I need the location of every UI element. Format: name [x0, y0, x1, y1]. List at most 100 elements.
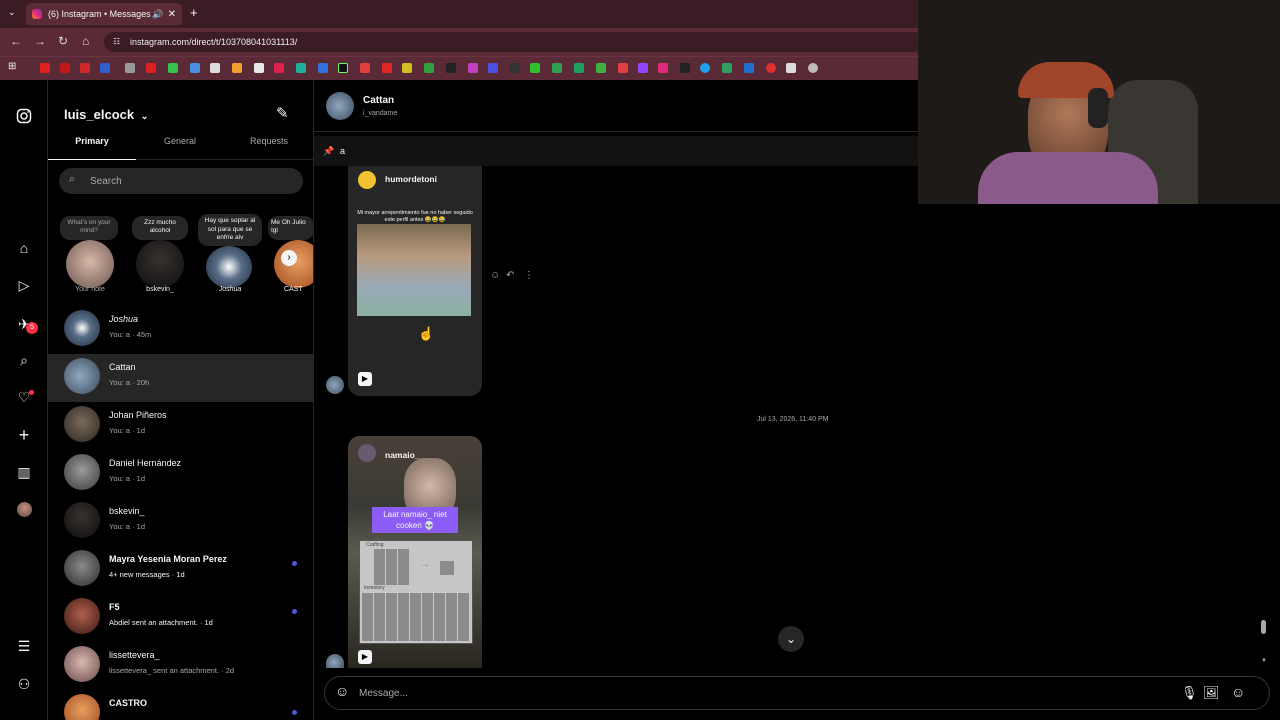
- new-message-icon[interactable]: ✎: [276, 104, 289, 122]
- bookmark-icon[interactable]: [146, 63, 156, 73]
- bookmark-icon[interactable]: [530, 63, 540, 73]
- bookmark-icon[interactable]: [100, 63, 110, 73]
- bookmark-icon[interactable]: [254, 63, 264, 73]
- sticker-icon[interactable]: ☺: [1231, 684, 1245, 700]
- bookmark-icon[interactable]: [125, 63, 135, 73]
- bookmark-icon[interactable]: [232, 63, 242, 73]
- bookmark-instagram-icon[interactable]: [658, 63, 668, 73]
- bookmark-icon[interactable]: [60, 63, 70, 73]
- bookmark-icon[interactable]: [744, 63, 754, 73]
- tab-audio-icon: 🔊: [152, 8, 164, 19]
- bookmark-icon[interactable]: [722, 63, 732, 73]
- image-upload-icon[interactable]: 🖼: [1203, 685, 1220, 701]
- instagram-logo-icon[interactable]: [16, 108, 32, 124]
- message-composer[interactable]: ☺ Message... 🎙 🖼 ☺: [324, 676, 1270, 710]
- reels-icon[interactable]: ▷: [16, 277, 32, 293]
- bookmark-icon[interactable]: [468, 63, 478, 73]
- bookmark-icon[interactable]: [274, 63, 284, 73]
- bookmark-youtube-icon[interactable]: [40, 63, 50, 73]
- notes-next-icon[interactable]: ›: [281, 250, 297, 266]
- username: luis_elcock: [64, 107, 135, 122]
- address-bar[interactable]: ☷ instagram.com/direct/t/103708041031113…: [104, 32, 924, 52]
- microphone-icon[interactable]: 🎙: [1181, 685, 1198, 701]
- thread-row[interactable]: Daniel Hernández You: a · 1d: [48, 450, 313, 498]
- thread-row[interactable]: lissettevera_ lissettevera_ sent an atta…: [48, 642, 313, 690]
- scrollbar[interactable]: ▼: [1260, 212, 1268, 664]
- tab-general[interactable]: General: [136, 136, 224, 160]
- bookmark-icon[interactable]: [680, 63, 690, 73]
- reply-icon[interactable]: ↶: [506, 270, 514, 281]
- bookmark-icon[interactable]: [700, 63, 710, 73]
- bookmark-icon[interactable]: [360, 63, 370, 73]
- note-item[interactable]: Hay que soplar al sol para que se enfríe…: [198, 212, 262, 298]
- thread-row[interactable]: Johan Piñeros You: a · 1d: [48, 402, 313, 450]
- bookmark-icon[interactable]: [168, 63, 178, 73]
- reel-play-icon[interactable]: ▶: [358, 372, 372, 386]
- back-icon[interactable]: ←: [10, 34, 22, 48]
- thread-row[interactable]: CASTRO: [48, 690, 313, 720]
- thread-row[interactable]: Cattan You: a · 20h: [48, 354, 313, 402]
- note-item[interactable]: What's on your mind? Your note: [58, 212, 118, 298]
- more-menu-icon[interactable]: ☰: [16, 638, 32, 654]
- search-placeholder: Search: [90, 176, 122, 187]
- reel-play-icon[interactable]: ▶: [358, 650, 372, 664]
- browser-tab[interactable]: (6) Instagram • Messages 🔊 ✕: [26, 3, 182, 25]
- home-icon[interactable]: ⌂: [82, 34, 89, 48]
- bookmark-icon[interactable]: [786, 63, 796, 73]
- threads-icon[interactable]: ⚇: [16, 676, 32, 692]
- bookmark-icon[interactable]: [488, 63, 498, 73]
- note-item[interactable]: Zzz mucho alcohol bskevin_: [128, 212, 192, 298]
- bookmark-icon[interactable]: [338, 63, 348, 73]
- tab-search-icon[interactable]: ⌄: [8, 7, 16, 18]
- shared-post[interactable]: namaio_ Laat namaio_ niet cooken 💀 Craft…: [348, 436, 482, 668]
- tab-requests[interactable]: Requests: [224, 136, 313, 160]
- bookmark-icon[interactable]: [80, 63, 90, 73]
- bookmark-icon[interactable]: [596, 63, 606, 73]
- bookmark-icon[interactable]: [552, 63, 562, 73]
- note-label: Your note: [75, 286, 105, 293]
- bookmark-icon[interactable]: [766, 63, 776, 73]
- home-icon[interactable]: ⌂: [16, 240, 32, 256]
- thread-row[interactable]: Mayra Yesenia Moran Perez 4+ new message…: [48, 546, 313, 594]
- site-info-icon[interactable]: ☷: [113, 32, 120, 52]
- bookmark-icon[interactable]: [210, 63, 220, 73]
- dashboard-icon[interactable]: ▥: [16, 464, 32, 480]
- bookmark-icon[interactable]: [424, 63, 434, 73]
- thread-row[interactable]: F5 Abdiel sent an attachment. · 1d: [48, 594, 313, 642]
- emoji-icon[interactable]: ☺: [335, 683, 349, 699]
- message-input[interactable]: Message...: [359, 688, 408, 699]
- bookmark-icon[interactable]: [574, 63, 584, 73]
- bookmark-icon[interactable]: [318, 63, 328, 73]
- bookmark-icon[interactable]: [510, 63, 520, 73]
- thread-row[interactable]: Joshua You: a · 45m: [48, 306, 313, 354]
- bookmark-icon[interactable]: [402, 63, 412, 73]
- bookmark-icon[interactable]: [190, 63, 200, 73]
- avatar: [64, 646, 100, 682]
- forward-icon[interactable]: →: [34, 34, 46, 48]
- bookmark-icon[interactable]: [446, 63, 456, 73]
- thread-row[interactable]: bskevin_ You: a · 1d: [48, 498, 313, 546]
- bookmark-icon[interactable]: [808, 63, 818, 73]
- scroll-down-arrow-icon[interactable]: ▼: [1261, 658, 1267, 664]
- search-icon[interactable]: ⌕: [16, 352, 32, 368]
- create-icon[interactable]: +: [16, 426, 32, 444]
- post-image[interactable]: [357, 224, 471, 316]
- account-switcher[interactable]: luis_elcock ⌄: [64, 107, 148, 122]
- scroll-down-button[interactable]: ⌄: [778, 626, 804, 652]
- profile-avatar[interactable]: [17, 502, 32, 517]
- bookmark-icon[interactable]: [382, 63, 392, 73]
- bookmark-icon[interactable]: [296, 63, 306, 73]
- new-tab-button[interactable]: +: [190, 5, 198, 20]
- apps-grid-icon[interactable]: ⊞: [8, 61, 16, 72]
- chat-avatar[interactable]: [326, 92, 354, 120]
- search-input[interactable]: ⌕ Search: [59, 168, 303, 194]
- shared-post[interactable]: humordetoni Mi mayor arrepentimiento fue…: [348, 166, 482, 396]
- more-options-icon[interactable]: ⋮: [524, 270, 534, 281]
- bookmark-icon[interactable]: [638, 63, 648, 73]
- bookmark-icon[interactable]: [618, 63, 628, 73]
- react-icon[interactable]: ☺: [490, 270, 500, 281]
- reload-icon[interactable]: ↻: [58, 34, 68, 48]
- tab-primary[interactable]: Primary: [48, 136, 136, 160]
- tab-close-icon[interactable]: ✕: [168, 9, 176, 20]
- scrollbar-thumb[interactable]: [1261, 620, 1266, 634]
